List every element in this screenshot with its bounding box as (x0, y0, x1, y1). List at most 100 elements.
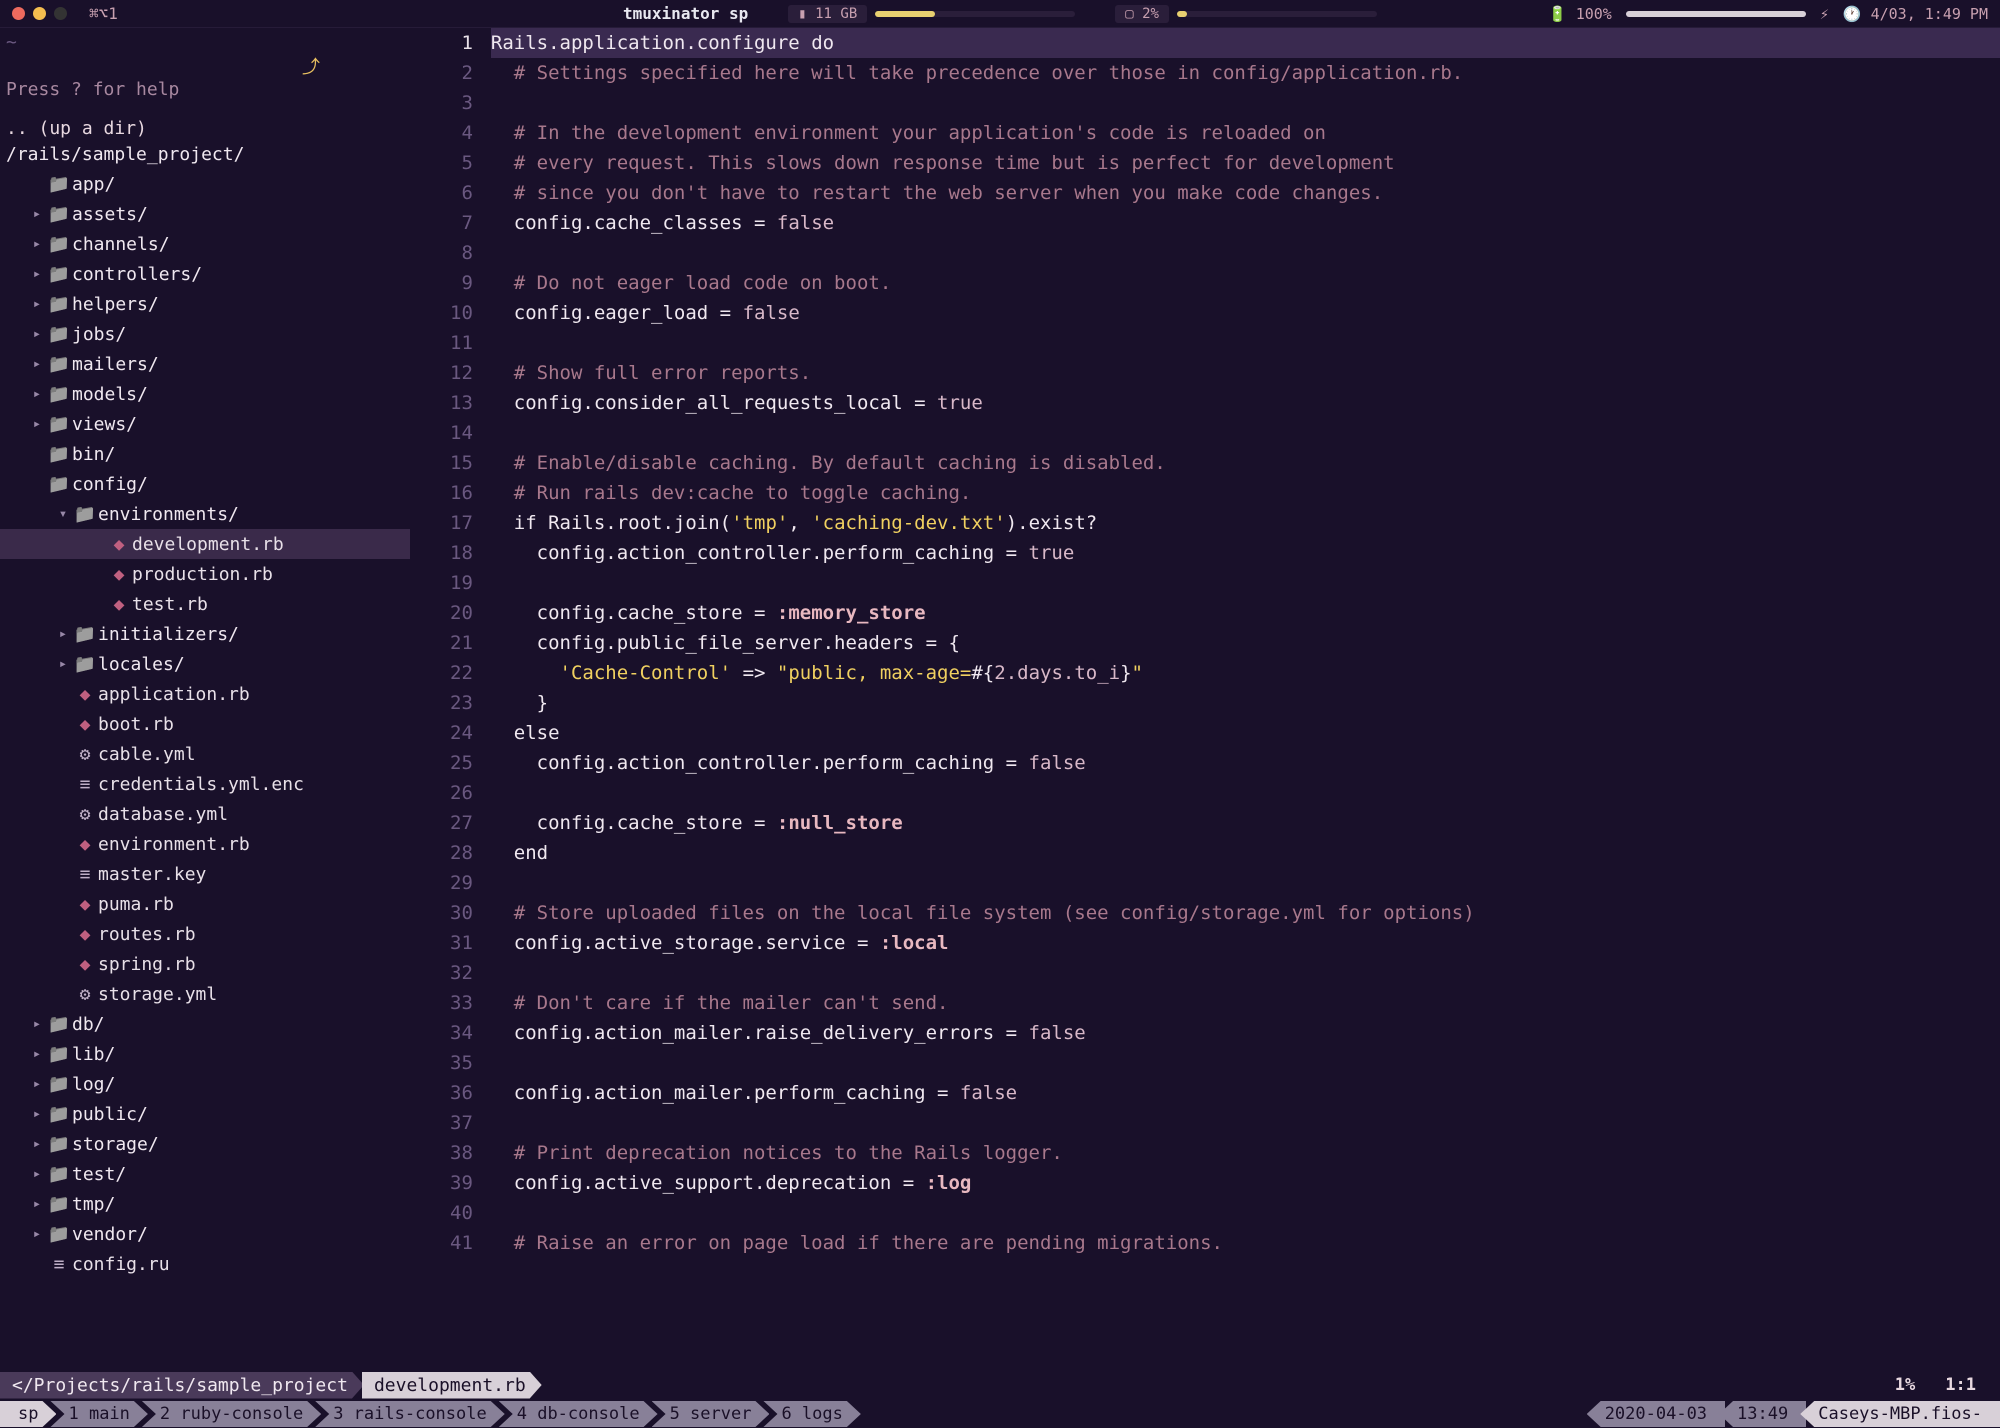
tree-item[interactable]: ▸test/ (0, 1159, 410, 1189)
key-icon (72, 864, 98, 885)
tree-item-label: app/ (72, 174, 115, 195)
tree-item[interactable]: ▸db/ (0, 1009, 410, 1039)
tree-item[interactable]: production.rb (0, 559, 410, 589)
tree-item-label: tmp/ (72, 1194, 115, 1215)
tree-item[interactable]: config.ru (0, 1249, 410, 1279)
tilde-marker: ~ (0, 32, 410, 53)
tmux-window[interactable]: 6 logs (763, 1401, 860, 1427)
window-controls[interactable] (12, 7, 67, 20)
tmux-window[interactable]: 2 ruby-console (142, 1401, 321, 1427)
expand-arrow-icon[interactable]: ▸ (28, 1226, 46, 1242)
expand-arrow-icon[interactable]: ▸ (28, 386, 46, 402)
tree-item[interactable]: spring.rb (0, 949, 410, 979)
tree-item[interactable]: database.yml (0, 799, 410, 829)
tree-root[interactable]: /rails/sample_project/ (0, 139, 410, 169)
tree-item[interactable]: ▸public/ (0, 1099, 410, 1129)
expand-arrow-icon[interactable]: ▸ (28, 266, 46, 282)
folder-icon (46, 234, 72, 255)
code-editor[interactable]: 1234567891011121314151617181920212223242… (410, 28, 2000, 1372)
tree-item-label: jobs/ (72, 324, 126, 345)
expand-arrow-icon[interactable]: ▸ (54, 656, 72, 672)
tree-item[interactable]: ▾environments/ (0, 499, 410, 529)
tree-item[interactable]: application.rb (0, 679, 410, 709)
cursor-icon: ⤴ (0, 53, 410, 79)
tree-item[interactable]: ▸storage/ (0, 1129, 410, 1159)
expand-arrow-icon[interactable]: ▸ (28, 1076, 46, 1092)
ram-badge: ▮ 11 GB (788, 5, 867, 23)
tree-item[interactable]: config/ (0, 469, 410, 499)
tree-item[interactable]: ▸helpers/ (0, 289, 410, 319)
expand-arrow-icon[interactable]: ▸ (28, 356, 46, 372)
expand-arrow-icon[interactable]: ▸ (28, 206, 46, 222)
yml-icon (72, 984, 98, 1005)
tmux-window[interactable]: 3 rails-console (315, 1401, 505, 1427)
cpu-bar (1177, 11, 1377, 17)
tree-item[interactable]: ▸vendor/ (0, 1219, 410, 1249)
tree-item[interactable]: environment.rb (0, 829, 410, 859)
tree-item[interactable]: development.rb (0, 529, 410, 559)
tree-item[interactable]: ▸ mailers/ (0, 349, 410, 379)
close-icon[interactable] (12, 7, 25, 20)
tree-item[interactable]: ▸channels/ (0, 229, 410, 259)
folder-icon (72, 624, 98, 645)
tree-item[interactable]: ▸models/ (0, 379, 410, 409)
expand-arrow-icon[interactable]: ▸ (28, 236, 46, 252)
tree-item[interactable]: ▸log/ (0, 1069, 410, 1099)
ram-bar (875, 11, 1075, 17)
tree-item[interactable]: cable.yml (0, 739, 410, 769)
tree-item-label: development.rb (132, 534, 284, 555)
code-content[interactable]: Rails.application.configure do # Setting… (491, 28, 2000, 1258)
tree-item[interactable]: ▸ assets/ (0, 199, 410, 229)
up-directory[interactable]: .. (up a dir) (0, 118, 410, 139)
tree-item-label: puma.rb (98, 894, 174, 915)
tree-item[interactable]: puma.rb (0, 889, 410, 919)
tree-item[interactable]: ▸controllers/ (0, 259, 410, 289)
tree-item-label: initializers/ (98, 624, 239, 645)
tree-item[interactable]: credentials.yml.enc (0, 769, 410, 799)
folder-icon (72, 504, 98, 525)
folder-icon (46, 1164, 72, 1185)
tree-item[interactable]: boot.rb (0, 709, 410, 739)
keyboard-indicator: ⌘⌥1 (89, 4, 118, 23)
tree-item-label: mailers/ (72, 354, 159, 375)
expand-arrow-icon[interactable]: ▾ (54, 506, 72, 522)
tree-item-label: assets/ (72, 204, 148, 225)
expand-arrow-icon[interactable]: ▸ (28, 1016, 46, 1032)
help-hint: Press ? for help (0, 79, 410, 100)
tree-item[interactable]: storage.yml (0, 979, 410, 1009)
tree-item[interactable]: ▸ initializers/ (0, 619, 410, 649)
tree-item[interactable]: test.rb (0, 589, 410, 619)
tree-item[interactable]: bin/ (0, 439, 410, 469)
ruby-icon (72, 684, 98, 705)
tree-item[interactable]: ▸locales/ (0, 649, 410, 679)
tree-item[interactable]: ▸views/ (0, 409, 410, 439)
tree-item[interactable]: master.key (0, 859, 410, 889)
file-tree-sidebar[interactable]: ~ ⤴ Press ? for help .. (up a dir) /rail… (0, 28, 410, 1372)
tmux-window[interactable]: 1 main (50, 1401, 147, 1427)
expand-arrow-icon[interactable]: ▸ (28, 326, 46, 342)
maximize-icon[interactable] (54, 7, 67, 20)
tmux-window[interactable]: 5 server (652, 1401, 770, 1427)
expand-arrow-icon[interactable]: ▸ (28, 296, 46, 312)
expand-arrow-icon[interactable]: ▸ (28, 416, 46, 432)
expand-arrow-icon[interactable]: ▸ (28, 1166, 46, 1182)
expand-arrow-icon[interactable]: ▸ (28, 1136, 46, 1152)
tree-item[interactable]: routes.rb (0, 919, 410, 949)
tree-item-label: cable.yml (98, 744, 196, 765)
battery-indicator: 🔋 100% (1548, 5, 1612, 23)
folder-icon (46, 1194, 72, 1215)
expand-arrow-icon[interactable]: ▸ (28, 1196, 46, 1212)
tmux-session[interactable]: sp (0, 1401, 56, 1427)
folder-icon (46, 354, 72, 375)
tree-item[interactable]: ▸ jobs/ (0, 319, 410, 349)
ruby-icon (72, 714, 98, 735)
tree-item[interactable]: app/ (0, 169, 410, 199)
expand-arrow-icon[interactable]: ▸ (28, 1106, 46, 1122)
expand-arrow-icon[interactable]: ▸ (28, 1046, 46, 1062)
tree-item[interactable]: ▸ tmp/ (0, 1189, 410, 1219)
minimize-icon[interactable] (33, 7, 46, 20)
expand-arrow-icon[interactable]: ▸ (54, 626, 72, 642)
folder-icon (46, 1014, 72, 1035)
tree-item[interactable]: ▸lib/ (0, 1039, 410, 1069)
tmux-window[interactable]: 4 db-console (499, 1401, 658, 1427)
